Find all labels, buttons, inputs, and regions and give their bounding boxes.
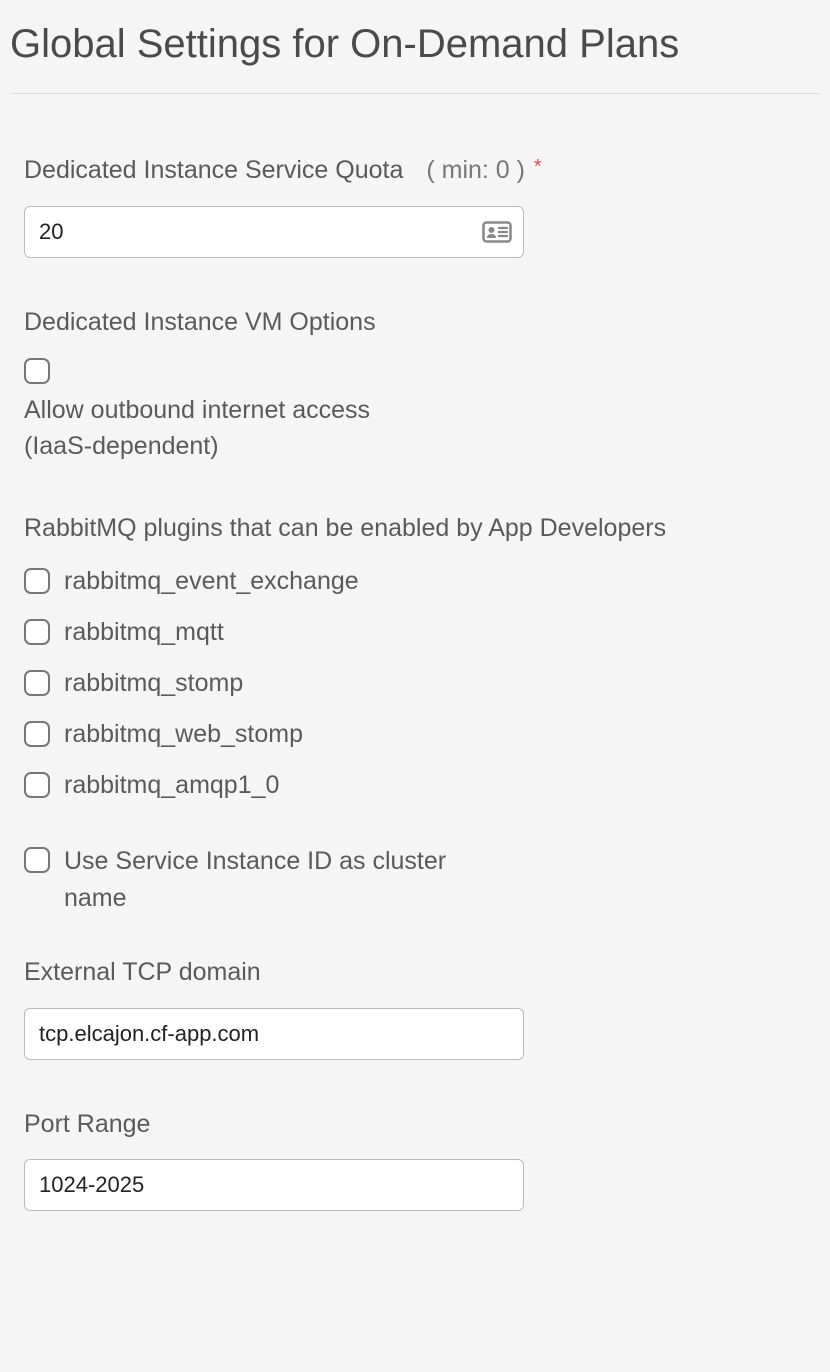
plugins-label: RabbitMQ plugins that can be enabled by …	[24, 512, 790, 546]
cluster-name-checkbox[interactable]	[24, 847, 50, 873]
service-quota-hint: ( min: 0 )	[426, 156, 525, 184]
plugin-label: rabbitmq_amqp1_0	[64, 768, 279, 803]
plugin-label: rabbitmq_mqtt	[64, 615, 224, 650]
plugin-checkbox-amqp10[interactable]	[24, 772, 50, 798]
required-indicator: *	[534, 156, 542, 178]
plugin-checkbox-event-exchange[interactable]	[24, 568, 50, 594]
plugin-label: rabbitmq_event_exchange	[64, 564, 359, 599]
page-title: Global Settings for On-Demand Plans	[10, 10, 820, 94]
service-quota-label-text: Dedicated Instance Service Quota	[24, 156, 403, 184]
port-range-input[interactable]	[24, 1159, 524, 1211]
plugin-checkbox-mqtt[interactable]	[24, 619, 50, 645]
tcp-domain-input[interactable]	[24, 1008, 524, 1060]
cluster-name-label: Use Service Instance ID as cluster name	[64, 843, 454, 918]
service-quota-input-wrap	[24, 206, 524, 258]
settings-form: Dedicated Instance Service Quota ( min: …	[10, 154, 790, 1211]
port-range-label: Port Range	[24, 1108, 790, 1142]
plugin-row: rabbitmq_stomp	[24, 666, 790, 701]
vm-options-label: Dedicated Instance VM Options	[24, 306, 790, 340]
service-quota-label: Dedicated Instance Service Quota ( min: …	[24, 154, 790, 188]
field-service-quota: Dedicated Instance Service Quota ( min: …	[24, 154, 790, 258]
plugin-list: rabbitmq_event_exchange rabbitmq_mqtt ra…	[24, 564, 790, 803]
plugin-row: rabbitmq_event_exchange	[24, 564, 790, 599]
id-card-icon	[482, 221, 512, 243]
field-plugins: RabbitMQ plugins that can be enabled by …	[24, 512, 790, 918]
vm-options-outbound-row: Allow outbound internet access (IaaS-dep…	[24, 358, 790, 465]
field-tcp-domain: External TCP domain	[24, 956, 790, 1060]
cluster-name-row: Use Service Instance ID as cluster name	[24, 843, 454, 918]
plugin-checkbox-web-stomp[interactable]	[24, 721, 50, 747]
tcp-domain-label: External TCP domain	[24, 956, 790, 990]
service-quota-input[interactable]	[24, 206, 524, 258]
outbound-access-label: Allow outbound internet access (IaaS-dep…	[24, 392, 444, 465]
plugin-row: rabbitmq_amqp1_0	[24, 768, 790, 803]
field-vm-options: Dedicated Instance VM Options Allow outb…	[24, 306, 790, 464]
plugin-label: rabbitmq_stomp	[64, 666, 243, 701]
plugin-row: rabbitmq_mqtt	[24, 615, 790, 650]
field-port-range: Port Range	[24, 1108, 790, 1212]
outbound-access-checkbox[interactable]	[24, 358, 50, 384]
plugin-label: rabbitmq_web_stomp	[64, 717, 303, 752]
plugin-row: rabbitmq_web_stomp	[24, 717, 790, 752]
plugin-checkbox-stomp[interactable]	[24, 670, 50, 696]
